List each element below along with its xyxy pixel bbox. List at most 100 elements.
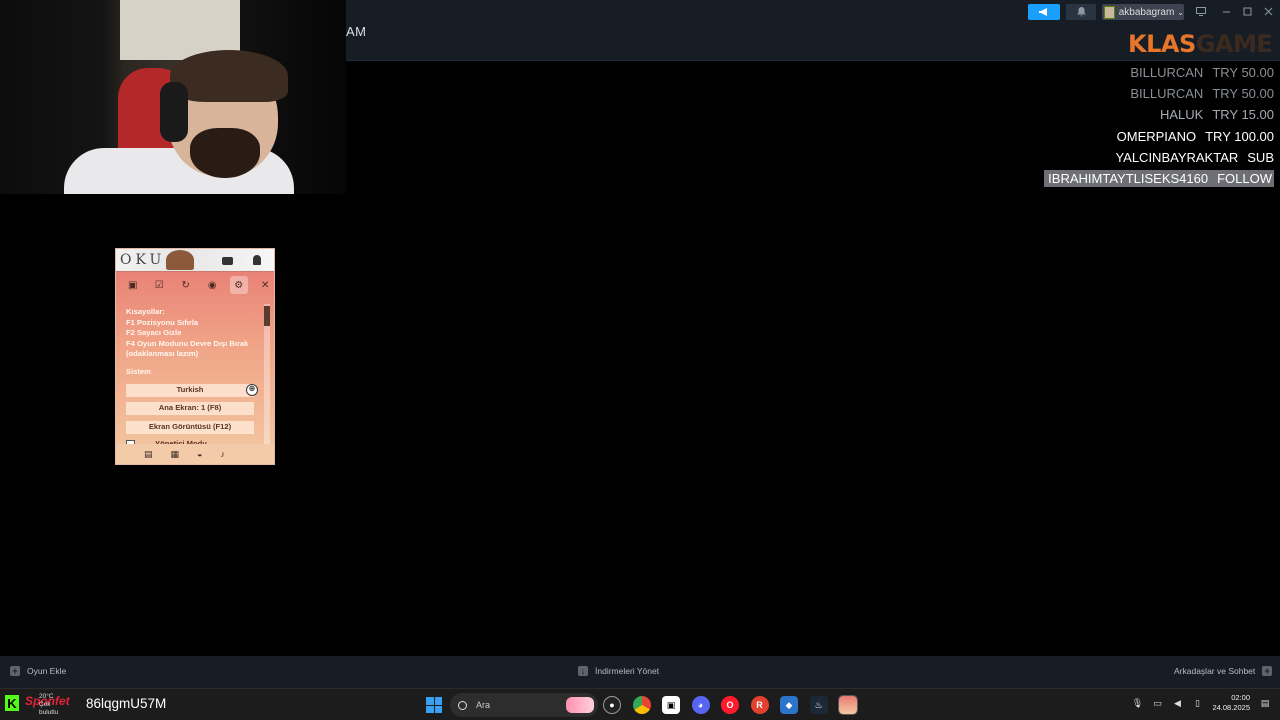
minimize-button[interactable] <box>1218 4 1234 18</box>
megaphone-icon <box>1039 8 1047 16</box>
close-icon[interactable]: ✕ <box>257 276 275 294</box>
language-button[interactable]: Turkish ⊕ <box>126 383 258 397</box>
feed-row-content: IBRAHIMTAYTLISEKS4160 FOLLOW <box>1044 170 1274 188</box>
weather-temp: 20°C <box>39 693 54 700</box>
checkbox-icon[interactable]: ☑ <box>151 276 169 294</box>
network-icon[interactable]: ▭ <box>1152 698 1162 708</box>
manage-downloads-label: İndirmeleri Yönet <box>595 666 660 676</box>
section-system: Sistem <box>126 366 151 376</box>
capcut-icon[interactable]: ▣ <box>662 696 680 714</box>
windows-taskbar: K Sponfet 20°C Çok bulutlu 86lqgmU57M Ar… <box>0 688 1280 720</box>
overlay-bottom-bar: ▤ ▦ ◒ ♪ <box>116 444 274 464</box>
hat-icon <box>166 250 194 270</box>
taskbar-search[interactable]: Ara <box>450 693 598 717</box>
maximize-button[interactable] <box>1239 4 1255 18</box>
feed-amount: TRY 50.00 <box>1212 86 1274 102</box>
obs-icon[interactable]: ● <box>603 696 621 714</box>
volume-icon[interactable]: ◀ <box>1172 698 1182 708</box>
opera-icon[interactable]: O <box>721 696 739 714</box>
opera-gx-icon[interactable]: R <box>750 696 769 714</box>
search-placeholder: Ara <box>476 700 491 710</box>
big-picture-button[interactable] <box>1193 4 1209 18</box>
chat-icon: + <box>1262 666 1273 676</box>
search-icon <box>458 700 467 710</box>
youtube-icon[interactable] <box>222 257 233 265</box>
steam-bottom-bar: + Oyun Ekle ↓ İndirmeleri Yönet Arkadaşl… <box>0 656 1280 688</box>
minimize-icon <box>1222 11 1230 12</box>
klas-game-logo: KLASGAME <box>1128 30 1273 58</box>
feed-amount: TRY 15.00 <box>1212 107 1274 123</box>
chrome-icon[interactable] <box>632 696 651 714</box>
shortcut-f1: F1 Pozisyonu Sıfırla <box>126 317 199 327</box>
windows-start-icon[interactable] <box>426 697 442 713</box>
bell-icon[interactable]: ♪ <box>220 449 225 459</box>
steam-icon[interactable]: ♨ <box>809 696 828 714</box>
feed-name: BILLURCAN <box>1130 86 1204 102</box>
taskbar-apps: ● ▣ ◕ O R ◆ ♨ <box>603 695 858 715</box>
system-tray: 🎙 ▭ ◀ ▯ 02:00 24.08.2025 ▤ <box>1132 693 1270 713</box>
feed-row: YALCINBAYRAKTAR SUB <box>1034 147 1274 168</box>
notifications-button[interactable] <box>1066 4 1096 20</box>
bell-icon[interactable] <box>253 255 261 265</box>
discord-icon[interactable]: ◕ <box>691 696 710 714</box>
microphone-icon[interactable]: 🎙 <box>1132 698 1143 708</box>
discord-icon[interactable]: ◒ <box>197 449 202 459</box>
feed-row-content: BILLURCAN TRY 50.00 <box>1130 86 1274 101</box>
notification-center-icon[interactable]: ▤ <box>1260 698 1270 708</box>
friends-chat-button[interactable]: Arkadaşlar ve Sohbet + <box>1174 666 1279 676</box>
logo-part-2: GAME <box>1195 30 1273 58</box>
overlay-brand: OKU <box>120 252 166 268</box>
close-icon <box>1264 7 1272 15</box>
taskbar-left-widgets: K Sponfet 20°C Çok bulutlu <box>5 693 70 716</box>
weather-widget[interactable]: 20°C Çok bulutlu <box>39 693 58 717</box>
box-icon[interactable]: ▤ <box>144 449 153 460</box>
feed-row-content: OMERPIANO TRY 100.00 <box>1117 129 1274 144</box>
feed-row-content: HALUK TRY 15.00 <box>1160 107 1274 122</box>
feed-name: OMERPIANO <box>1116 128 1197 144</box>
feed-name: IBRAHIMTAYTLISEKS4160 <box>1048 171 1209 187</box>
download-icon: ↓ <box>578 666 588 676</box>
headset <box>160 82 188 142</box>
friends-chat-label: Arkadaşlar ve Sohbet <box>1174 666 1256 676</box>
username-label: akbabagram <box>1118 6 1175 18</box>
settings-content: Kısayollar: F1 Pozisyonu Sıfırla F2 Saya… <box>126 307 258 450</box>
logo-part-1: KLAS <box>1128 30 1196 58</box>
add-game-button[interactable]: + Oyun Ekle <box>10 666 66 676</box>
archive-icon[interactable]: ▦ <box>171 449 180 460</box>
gamepad-icon[interactable]: ◉ <box>204 276 222 294</box>
clock-date: 24.08.2025 <box>1212 703 1250 712</box>
clock[interactable]: 02:00 24.08.2025 <box>1212 693 1250 713</box>
clock-time: 02:00 <box>1231 693 1250 702</box>
manage-downloads-button[interactable]: ↓ İndirmeleri Yönet <box>578 666 659 676</box>
globe-icon[interactable]: ⊕ <box>246 383 258 396</box>
oku-overlay-panel[interactable]: OKU ▣ ☑ ↻ ◉ ⚙ ✕ Kısayollar: F1 Pozisyonu… <box>115 248 275 465</box>
shortcut-f4: F4 Oyun Modunu Devre Dışı Bırak (odaklan… <box>126 338 249 359</box>
oku-app-icon[interactable] <box>838 695 858 715</box>
settings-app-icon[interactable]: ◆ <box>780 696 798 714</box>
overlay-toolbar: ▣ ☑ ↻ ◉ ⚙ ✕ <box>116 272 274 298</box>
feed-name: BILLURCAN <box>1130 65 1204 81</box>
scrollbar-thumb[interactable] <box>264 306 270 326</box>
announcements-button[interactable] <box>1028 4 1060 20</box>
settings-scrollbar[interactable] <box>264 304 270 444</box>
battery-icon[interactable]: ▯ <box>1192 698 1202 708</box>
feed-row: BILLURCAN TRY 50.00 <box>1034 83 1274 104</box>
feed-row: OMERPIANO TRY 100.00 <box>1034 126 1274 147</box>
image-icon[interactable]: ▣ <box>124 276 142 294</box>
feed-name: YALCINBAYRAKTAR <box>1115 149 1239 165</box>
language-label: Turkish <box>176 384 204 394</box>
feed-row: HALUK TRY 15.00 <box>1034 104 1274 125</box>
plus-icon: + <box>10 666 20 676</box>
close-window-button[interactable] <box>1260 4 1276 18</box>
stream-code-text: 86lqgmU57M <box>86 696 167 711</box>
search-highlight-image <box>566 697 594 713</box>
user-menu-button[interactable]: akbabagram ⌄ <box>1102 4 1184 20</box>
gear-icon[interactable]: ⚙ <box>230 276 248 294</box>
kick-logo-icon: K <box>5 695 19 711</box>
add-game-label: Oyun Ekle <box>27 666 67 676</box>
window-title-fragment: AM <box>346 24 367 39</box>
refresh-icon[interactable]: ↻ <box>177 276 195 294</box>
main-screen-button[interactable]: Ana Ekran: 1 (F8) <box>126 402 254 416</box>
overlay-banner: OKU <box>116 249 274 272</box>
screenshot-button[interactable]: Ekran Görüntüsü (F12) <box>126 420 254 434</box>
